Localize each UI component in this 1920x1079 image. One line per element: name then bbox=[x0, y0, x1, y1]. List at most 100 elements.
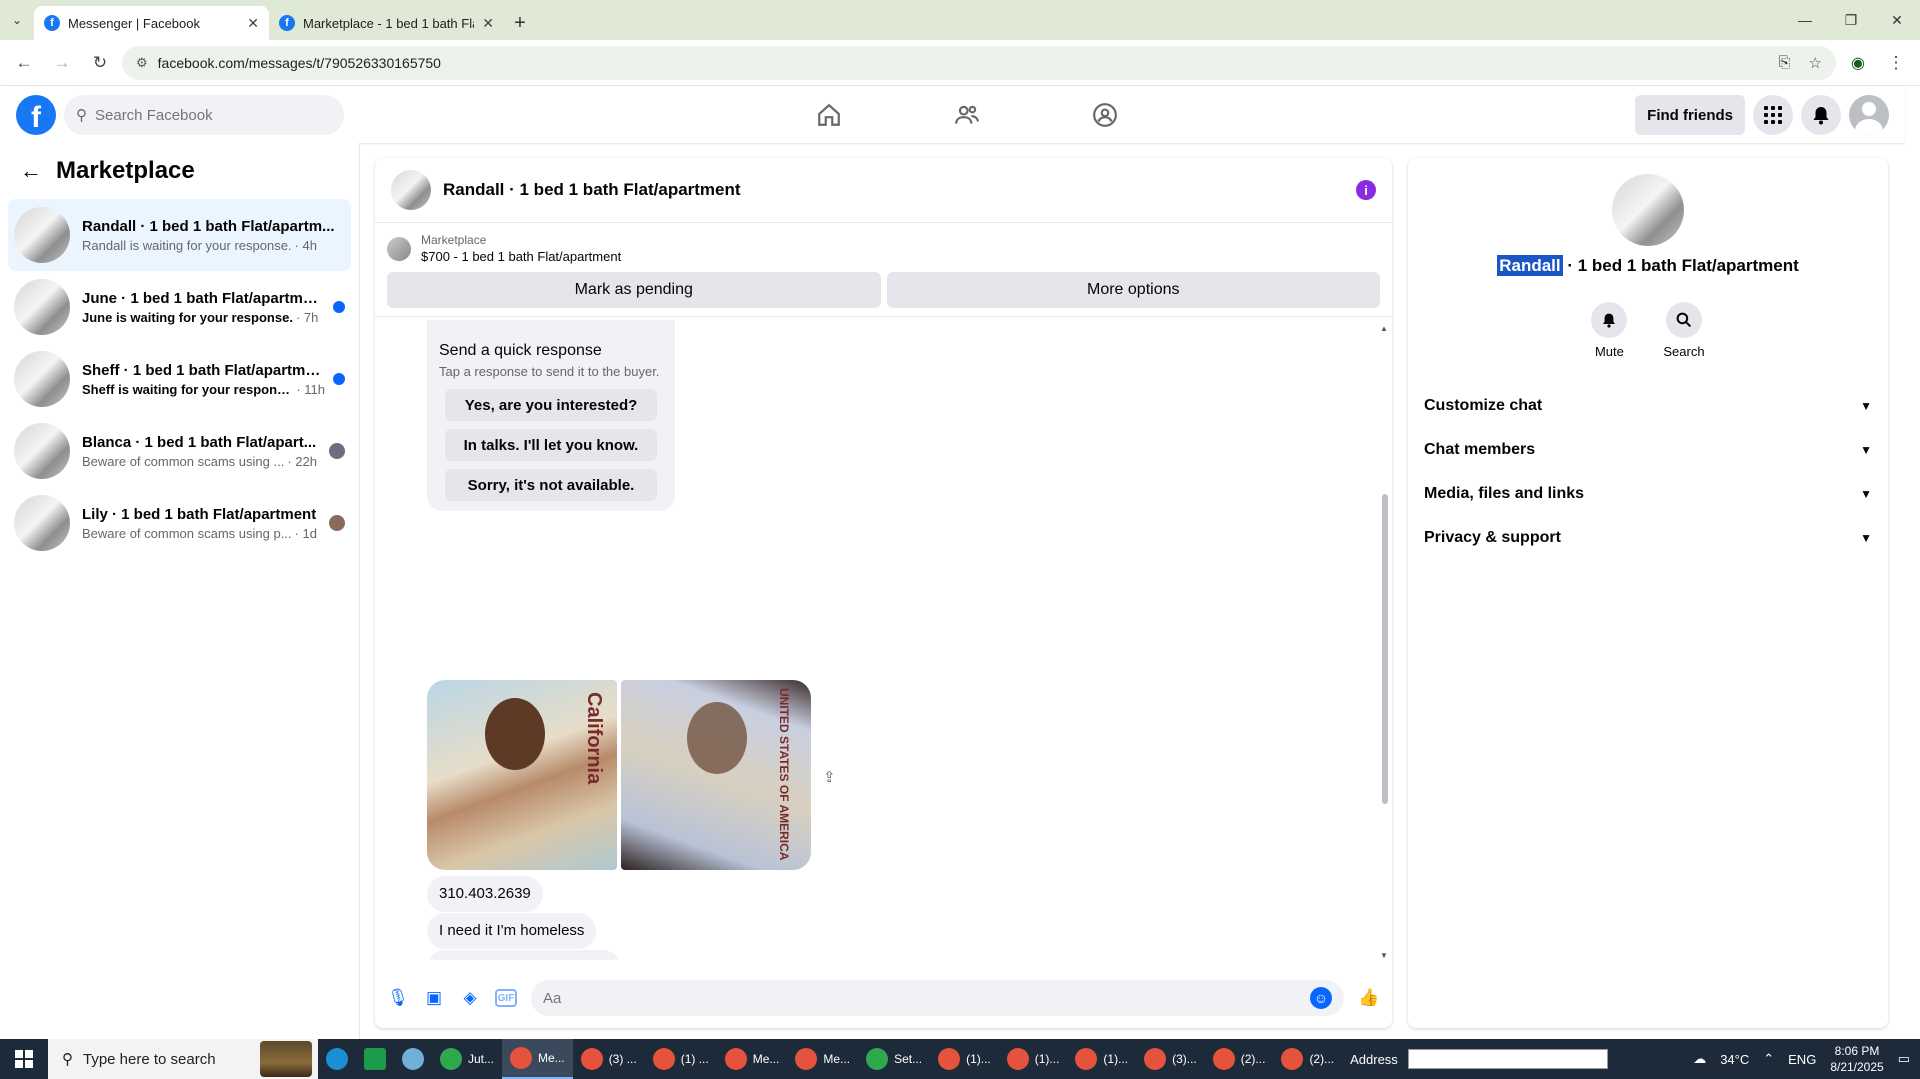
message-input[interactable] bbox=[543, 989, 1310, 1007]
temperature[interactable]: 34°C bbox=[1720, 1052, 1749, 1067]
taskbar-app-5[interactable]: Me... bbox=[787, 1039, 858, 1079]
more-options-button[interactable]: More options bbox=[886, 272, 1380, 308]
install-app-icon[interactable]: ⎘ bbox=[1779, 54, 1791, 72]
taskbar-search[interactable]: ⚲ Type here to search bbox=[48, 1039, 318, 1079]
menu-kebab-icon[interactable]: ⋮ bbox=[1880, 47, 1912, 79]
chat-avatar[interactable] bbox=[391, 170, 431, 210]
edge-icon[interactable] bbox=[318, 1039, 356, 1079]
tab-close-icon[interactable]: ✕ bbox=[482, 15, 494, 32]
taskbar-app-0[interactable]: Jut... bbox=[432, 1039, 502, 1079]
home-icon[interactable] bbox=[760, 87, 898, 143]
conversation-sheff[interactable]: Sheff · 1 bed 1 bath Flat/apartment Shef… bbox=[8, 343, 351, 415]
back-icon[interactable]: ← bbox=[8, 47, 40, 79]
browser-tab-messenger[interactable]: f Messenger | Facebook ✕ bbox=[34, 6, 269, 40]
tab-search-chevron-icon[interactable]: ⌄ bbox=[0, 0, 34, 40]
taskbar-app-3[interactable]: (1) ... bbox=[645, 1039, 717, 1079]
restore-icon[interactable]: ❐ bbox=[1828, 0, 1874, 40]
seen-avatar-icon bbox=[329, 443, 345, 459]
windows-start-icon[interactable] bbox=[0, 1039, 48, 1079]
mark-as-pending-button[interactable]: Mark as pending bbox=[387, 272, 881, 308]
clock[interactable]: 8:06 PM 8/21/2025 bbox=[1830, 1043, 1883, 1075]
thread-scrollbar[interactable]: ▲ ▼ bbox=[1380, 324, 1390, 960]
conversation-blanca[interactable]: Blanca · 1 bed 1 bath Flat/apart... Bewa… bbox=[8, 415, 351, 487]
sheets-icon[interactable] bbox=[356, 1039, 394, 1079]
close-window-icon[interactable]: ✕ bbox=[1874, 0, 1920, 40]
message-thread[interactable]: Send a quick response Tap a response to … bbox=[375, 320, 1380, 960]
tray-chevron-up-icon[interactable]: ⌃ bbox=[1763, 1051, 1774, 1067]
find-friends-button[interactable]: Find friends bbox=[1635, 95, 1745, 135]
address-bar[interactable]: ⚙ facebook.com/messages/t/79052633016575… bbox=[122, 45, 1836, 80]
taskbar-app-8[interactable]: (1)... bbox=[999, 1039, 1068, 1079]
photo-text: UNITED STATES OF AMERICA bbox=[777, 688, 791, 861]
conversation-june[interactable]: June · 1 bed 1 bath Flat/apartment June … bbox=[8, 271, 351, 343]
photo-passport-card[interactable]: UNITED STATES OF AMERICA bbox=[621, 680, 811, 870]
taskbar-app-2[interactable]: (3) ... bbox=[573, 1039, 645, 1079]
taskbar-app-12[interactable]: (2)... bbox=[1273, 1039, 1342, 1079]
listing-thumbnail bbox=[14, 423, 70, 479]
account-avatar[interactable] bbox=[1849, 95, 1889, 135]
facebook-search-input[interactable] bbox=[95, 106, 315, 124]
language[interactable]: ENG bbox=[1788, 1052, 1816, 1067]
friends-icon[interactable] bbox=[898, 87, 1036, 143]
notification-center-icon[interactable]: ▭ bbox=[1898, 1051, 1910, 1067]
system-tray: ☁ 34°C ⌃ ENG 8:06 PM 8/21/2025 ▭ bbox=[1693, 1043, 1920, 1075]
message-input-wrapper[interactable]: ☺ bbox=[531, 980, 1344, 1016]
photo-drivers-license[interactable]: California bbox=[427, 680, 617, 870]
search-icon: ⚲ bbox=[62, 1051, 73, 1068]
browser-app-icon[interactable] bbox=[394, 1039, 432, 1079]
minimize-icon[interactable]: — bbox=[1782, 0, 1828, 40]
address-toolbar-input[interactable] bbox=[1407, 1049, 1608, 1069]
weather-icon[interactable]: ☁ bbox=[1693, 1051, 1706, 1067]
groups-icon[interactable] bbox=[1036, 87, 1174, 143]
conversation-title: Lily · 1 bed 1 bath Flat/apartment bbox=[82, 505, 317, 523]
taskbar-app-11[interactable]: (2)... bbox=[1205, 1039, 1274, 1079]
facebook-logo-icon[interactable]: f bbox=[16, 95, 56, 135]
facebook-search[interactable]: ⚲ bbox=[64, 95, 344, 135]
browser-tabstrip: ⌄ f Messenger | Facebook ✕ f Marketplace… bbox=[0, 0, 1920, 40]
quick-response-interested[interactable]: Yes, are you interested? bbox=[445, 389, 657, 421]
share-icon[interactable]: ⇪ bbox=[823, 768, 836, 786]
conversation-info-icon[interactable]: i bbox=[1356, 180, 1376, 200]
profile-icon[interactable]: ◉ bbox=[1842, 47, 1874, 79]
scrollbar-thumb[interactable] bbox=[1382, 494, 1388, 804]
browser-tab-marketplace[interactable]: f Marketplace - 1 bed 1 bath Flat/apartm… bbox=[269, 6, 504, 40]
mute-button[interactable]: Mute bbox=[1591, 302, 1628, 359]
conversation-lily[interactable]: Lily · 1 bed 1 bath Flat/apartment Bewar… bbox=[8, 487, 351, 559]
section-chat-members[interactable]: Chat members ▼ bbox=[1416, 428, 1880, 472]
section-privacy-support[interactable]: Privacy & support ▼ bbox=[1416, 516, 1880, 560]
taskbar-app-6[interactable]: Set... bbox=[858, 1039, 930, 1079]
emoji-icon[interactable]: ☺ bbox=[1310, 987, 1332, 1009]
section-media-files-links[interactable]: Media, files and links ▼ bbox=[1416, 472, 1880, 516]
conversation-randall[interactable]: Randall · 1 bed 1 bath Flat/apartm... Ra… bbox=[8, 199, 351, 271]
unread-dot-icon bbox=[333, 373, 345, 385]
bookmark-star-icon[interactable]: ☆ bbox=[1809, 54, 1822, 72]
search-conversation-button[interactable]: Search bbox=[1663, 302, 1705, 359]
gif-icon[interactable]: GIF bbox=[495, 989, 517, 1007]
sticker-icon[interactable]: ◈ bbox=[459, 987, 481, 1009]
section-customize-chat[interactable]: Customize chat ▼ bbox=[1416, 384, 1880, 428]
back-arrow-icon[interactable]: ← bbox=[20, 158, 42, 184]
taskbar-app-7[interactable]: (1)... bbox=[930, 1039, 999, 1079]
taskbar-app-1[interactable]: Me... bbox=[502, 1039, 573, 1079]
thumbs-up-icon[interactable]: 👍 bbox=[1358, 987, 1380, 1009]
taskbar-app-9[interactable]: (1)... bbox=[1067, 1039, 1136, 1079]
scroll-down-arrow-icon[interactable]: ▼ bbox=[1380, 951, 1388, 960]
tab-close-icon[interactable]: ✕ bbox=[247, 15, 259, 32]
menu-grid-icon[interactable] bbox=[1753, 95, 1793, 135]
quick-response-not-available[interactable]: Sorry, it's not available. bbox=[445, 469, 657, 501]
photo-attach-icon[interactable]: ▣ bbox=[423, 987, 445, 1009]
forward-icon[interactable]: → bbox=[46, 47, 78, 79]
scroll-up-icon[interactable]: ▲ bbox=[1380, 324, 1388, 333]
chat-title[interactable]: Randall · 1 bed 1 bath Flat/apartment bbox=[443, 180, 741, 200]
quick-response-in-talks[interactable]: In talks. I'll let you know. bbox=[445, 429, 657, 461]
taskbar-app-4[interactable]: Me... bbox=[717, 1039, 788, 1079]
listing-summary[interactable]: Marketplace $700 - 1 bed 1 bath Flat/apa… bbox=[375, 223, 1392, 264]
new-tab-button[interactable]: + bbox=[504, 6, 536, 40]
reload-icon[interactable]: ↻ bbox=[84, 47, 116, 79]
taskbar-app-10[interactable]: (3)... bbox=[1136, 1039, 1205, 1079]
notifications-bell-icon[interactable] bbox=[1801, 95, 1841, 135]
site-info-icon[interactable]: ⚙ bbox=[136, 55, 148, 71]
microphone-icon[interactable]: 🎙 bbox=[387, 987, 409, 1009]
search-icon: ⚲ bbox=[76, 107, 87, 124]
conversation-title: June · 1 bed 1 bath Flat/apartment bbox=[82, 289, 325, 307]
